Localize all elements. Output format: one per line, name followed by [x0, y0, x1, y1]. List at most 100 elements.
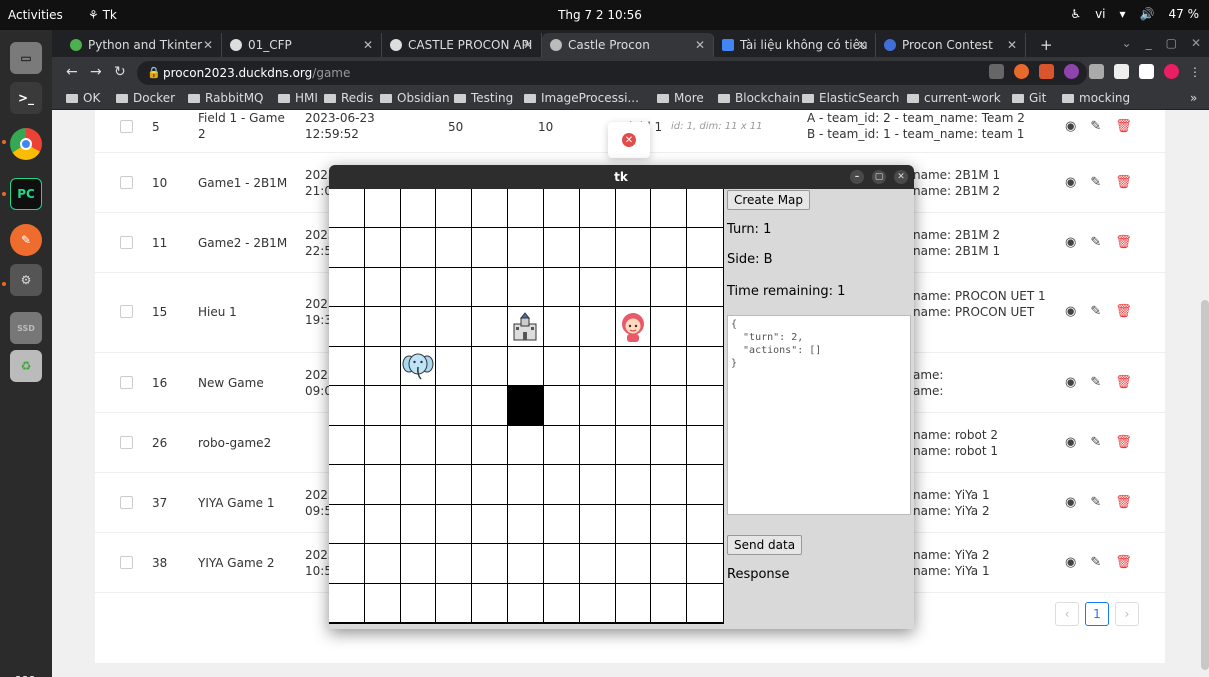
bookmark-redis[interactable]: Redis: [324, 91, 373, 105]
bookmark-obsidian[interactable]: Obsidian: [380, 91, 450, 105]
board-cell[interactable]: [615, 465, 652, 505]
board-cell[interactable]: [687, 307, 723, 347]
files-icon[interactable]: ▭: [10, 42, 42, 74]
maximize-icon[interactable]: ▢: [1166, 36, 1177, 50]
settings-icon[interactable]: ⚙: [10, 264, 42, 296]
board-cell[interactable]: [579, 386, 616, 426]
board-cell[interactable]: [543, 465, 580, 505]
tab-castle-procon[interactable]: Castle Procon ✕: [542, 33, 714, 57]
board-cell[interactable]: [579, 504, 616, 545]
minimize-icon[interactable]: _: [1146, 36, 1152, 50]
board-cell[interactable]: [651, 228, 688, 268]
game-board[interactable]: [329, 189, 724, 624]
trash-icon[interactable]: 🗑: [1115, 555, 1132, 570]
board-cell[interactable]: [687, 347, 723, 387]
page-scrollbar[interactable]: [1201, 300, 1209, 670]
board-cell[interactable]: [472, 189, 509, 229]
trash-icon[interactable]: 🗑: [1115, 375, 1132, 390]
board-cell[interactable]: [364, 267, 401, 308]
board-cell[interactable]: [651, 386, 688, 426]
row-checkbox[interactable]: [120, 305, 133, 318]
lang-indicator[interactable]: vi: [1095, 7, 1105, 21]
board-cell[interactable]: [400, 228, 437, 268]
trash-icon[interactable]: 🗑: [1115, 175, 1132, 190]
address-bar[interactable]: 🔒 procon2023.duckdns.org/game < ☆: [137, 61, 1087, 85]
lock-icon[interactable]: 🔒: [147, 66, 161, 79]
eye-icon[interactable]: ◉: [1065, 235, 1076, 250]
close-icon[interactable]: ✕: [363, 38, 373, 52]
side-panel-icon[interactable]: [1139, 64, 1154, 79]
extension-icon[interactable]: [1089, 64, 1104, 79]
board-cell[interactable]: [579, 465, 616, 505]
trash-icon[interactable]: 🗑: [1115, 435, 1132, 450]
active-app-menu[interactable]: ⚘ Tk: [88, 8, 117, 22]
board-cell[interactable]: [687, 426, 723, 466]
board-cell[interactable]: [615, 583, 652, 623]
board-cell[interactable]: [543, 386, 580, 426]
board-cell[interactable]: [579, 307, 616, 347]
tk-titlebar[interactable]: tk – ▢ ✕: [329, 165, 914, 189]
bookmark-imageprocessing[interactable]: ImageProcessi...: [524, 91, 639, 105]
board-cell[interactable]: [329, 425, 365, 466]
avatar[interactable]: [1164, 64, 1179, 79]
board-cell[interactable]: [687, 228, 723, 268]
edit-icon[interactable]: ✎: [1090, 175, 1101, 190]
board-cell[interactable]: [436, 425, 473, 466]
board-cell[interactable]: [472, 465, 509, 505]
board-cell[interactable]: [651, 307, 688, 347]
minimize-icon[interactable]: –: [850, 170, 864, 184]
board-cell[interactable]: [579, 189, 616, 229]
board-cell[interactable]: [687, 465, 723, 505]
board-cell[interactable]: [400, 465, 437, 505]
system-tray[interactable]: ♿ vi ▾ 🔊 47 %: [1070, 7, 1199, 21]
close-icon[interactable]: ✕: [894, 170, 908, 184]
ssd-drive-icon[interactable]: SSD: [10, 312, 42, 344]
board-cell[interactable]: [329, 504, 365, 545]
board-cell[interactable]: [436, 504, 473, 545]
castle-cell[interactable]: [508, 307, 544, 347]
tab-python-tkinter[interactable]: Python and Tkinter ✕: [62, 33, 222, 57]
board-cell[interactable]: [472, 386, 509, 426]
edit-icon[interactable]: ✎: [1090, 435, 1101, 450]
board-cell[interactable]: [543, 228, 580, 268]
pycharm-icon[interactable]: PC: [10, 178, 42, 210]
board-cell[interactable]: [329, 386, 365, 426]
board-cell[interactable]: [579, 228, 616, 268]
bookmark-blockchain[interactable]: Blockchain: [718, 91, 800, 105]
board-cell[interactable]: [472, 425, 509, 466]
board-cell[interactable]: [472, 544, 509, 584]
trash-icon[interactable]: ♻: [10, 350, 42, 382]
board-cell[interactable]: [543, 307, 580, 347]
eye-icon[interactable]: ◉: [1065, 495, 1076, 510]
board-cell[interactable]: [329, 544, 365, 584]
board-cell[interactable]: [579, 583, 616, 623]
close-icon[interactable]: ✕: [857, 38, 867, 52]
board-cell[interactable]: [364, 583, 401, 623]
board-cell[interactable]: [436, 386, 473, 426]
trash-icon[interactable]: 🗑: [1115, 304, 1132, 319]
puzzle-icon[interactable]: [1114, 64, 1129, 79]
board-cell[interactable]: [615, 425, 652, 466]
close-icon[interactable]: ✕: [1007, 38, 1017, 52]
board-cell[interactable]: [687, 189, 723, 229]
board-cell[interactable]: [687, 386, 723, 426]
board-cell[interactable]: [651, 267, 688, 308]
extension-icon[interactable]: [1064, 64, 1079, 79]
board-cell[interactable]: [364, 386, 401, 426]
edit-icon[interactable]: ✎: [1090, 375, 1101, 390]
close-icon[interactable]: ✕: [695, 38, 705, 52]
bookmark-git[interactable]: Git: [1012, 91, 1046, 105]
extension-icon[interactable]: [1039, 64, 1054, 79]
board-cell[interactable]: [472, 307, 509, 347]
eye-icon[interactable]: ◉: [1065, 304, 1076, 319]
terminal-icon[interactable]: >_: [10, 82, 42, 114]
board-cell[interactable]: [400, 583, 437, 623]
postman-icon[interactable]: ✎: [10, 224, 42, 256]
board-cell[interactable]: [508, 189, 544, 229]
board-cell[interactable]: [579, 346, 616, 387]
close-icon[interactable]: ✕: [203, 38, 213, 52]
board-cell[interactable]: [364, 465, 401, 505]
activities-button[interactable]: Activities: [8, 8, 63, 22]
forward-icon[interactable]: →: [90, 64, 102, 80]
board-cell[interactable]: [615, 346, 652, 387]
